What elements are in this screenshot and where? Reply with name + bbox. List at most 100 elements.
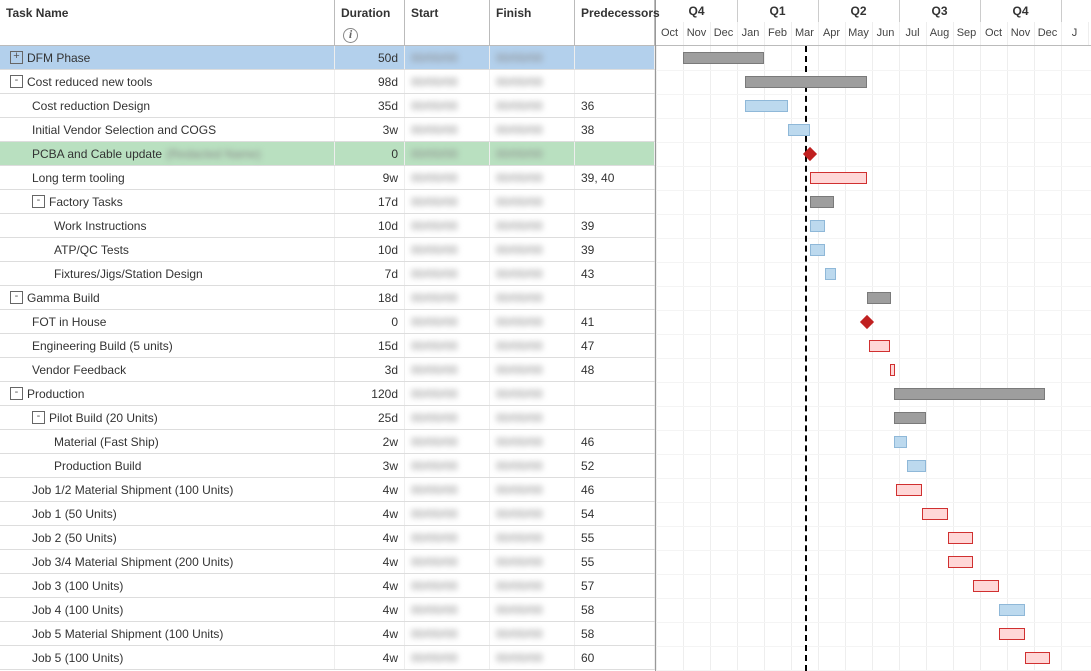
gantt-bar[interactable] [907, 460, 926, 472]
start-cell[interactable]: 00/00/00 [405, 430, 490, 453]
finish-cell[interactable]: 00/00/00 [490, 550, 575, 573]
task-name-cell[interactable]: -Production [0, 382, 335, 405]
gantt-bar[interactable] [810, 172, 867, 184]
start-cell[interactable]: 00/00/00 [405, 478, 490, 501]
gantt-bar[interactable] [745, 76, 867, 88]
finish-cell[interactable]: 00/00/00 [490, 214, 575, 237]
task-name-cell[interactable]: -Gamma Build [0, 286, 335, 309]
duration-cell[interactable]: 9w [335, 166, 405, 189]
finish-cell[interactable]: 00/00/00 [490, 142, 575, 165]
predecessor-cell[interactable]: 47 [575, 334, 655, 357]
task-name-cell[interactable]: Cost reduction Design [0, 94, 335, 117]
gantt-bar[interactable] [890, 364, 895, 376]
gantt-bar[interactable] [869, 340, 889, 352]
gantt-timescale[interactable]: Q4Q1Q2Q3Q4OctNovDecJanFebMarAprMayJunJul… [656, 0, 1091, 46]
gantt-bar[interactable] [973, 580, 999, 592]
collapse-icon[interactable]: - [32, 195, 45, 208]
finish-cell[interactable]: 00/00/00 [490, 286, 575, 309]
predecessor-cell[interactable]: 46 [575, 478, 655, 501]
table-row[interactable]: Cost reduction Design35d00/00/0000/00/00… [0, 94, 655, 118]
predecessor-cell[interactable]: 55 [575, 550, 655, 573]
gantt-bar[interactable] [788, 124, 810, 136]
table-row[interactable]: -Cost reduced new tools98d00/00/0000/00/… [0, 70, 655, 94]
table-row[interactable]: Engineering Build (5 units)15d00/00/0000… [0, 334, 655, 358]
duration-cell[interactable]: 4w [335, 550, 405, 573]
table-row[interactable]: Job 1/2 Material Shipment (100 Units)4w0… [0, 478, 655, 502]
finish-cell[interactable]: 00/00/00 [490, 478, 575, 501]
start-cell[interactable]: 00/00/00 [405, 70, 490, 93]
task-name-cell[interactable]: -Pilot Build (20 Units) [0, 406, 335, 429]
col-start[interactable]: Start [405, 0, 490, 45]
table-row[interactable]: +DFM Phase50d00/00/0000/00/00 [0, 46, 655, 70]
start-cell[interactable]: 00/00/00 [405, 46, 490, 69]
gantt-bar[interactable] [894, 436, 908, 448]
predecessor-cell[interactable]: 54 [575, 502, 655, 525]
predecessor-cell[interactable]: 39 [575, 238, 655, 261]
expand-icon[interactable]: + [10, 51, 23, 64]
predecessor-cell[interactable]: 36 [575, 94, 655, 117]
finish-cell[interactable]: 00/00/00 [490, 166, 575, 189]
start-cell[interactable]: 00/00/00 [405, 406, 490, 429]
finish-cell[interactable]: 00/00/00 [490, 382, 575, 405]
start-cell[interactable]: 00/00/00 [405, 526, 490, 549]
task-name-cell[interactable]: ATP/QC Tests [0, 238, 335, 261]
gantt-bar[interactable] [867, 292, 891, 304]
collapse-icon[interactable]: - [10, 387, 23, 400]
duration-cell[interactable]: 3d [335, 358, 405, 381]
gantt-bar[interactable] [894, 388, 1045, 400]
duration-cell[interactable]: 4w [335, 622, 405, 645]
finish-cell[interactable]: 00/00/00 [490, 526, 575, 549]
predecessor-cell[interactable]: 57 [575, 574, 655, 597]
duration-cell[interactable]: 50d [335, 46, 405, 69]
start-cell[interactable]: 00/00/00 [405, 454, 490, 477]
duration-cell[interactable]: 4w [335, 502, 405, 525]
col-predecessors[interactable]: Predecessors [575, 0, 655, 45]
gantt-bar[interactable] [810, 244, 825, 256]
predecessor-cell[interactable] [575, 382, 655, 405]
task-name-cell[interactable]: Material (Fast Ship) [0, 430, 335, 453]
predecessor-cell[interactable]: 43 [575, 262, 655, 285]
col-duration[interactable]: Duration i [335, 0, 405, 45]
table-row[interactable]: Production Build3w00/00/0000/00/0052 [0, 454, 655, 478]
duration-cell[interactable]: 10d [335, 214, 405, 237]
start-cell[interactable]: 00/00/00 [405, 118, 490, 141]
gantt-bar[interactable] [999, 628, 1025, 640]
start-cell[interactable]: 00/00/00 [405, 190, 490, 213]
start-cell[interactable]: 00/00/00 [405, 166, 490, 189]
duration-cell[interactable]: 4w [335, 598, 405, 621]
collapse-icon[interactable]: - [10, 75, 23, 88]
table-row[interactable]: -Production120d00/00/0000/00/00 [0, 382, 655, 406]
finish-cell[interactable]: 00/00/00 [490, 358, 575, 381]
gantt-bar[interactable] [810, 196, 834, 208]
finish-cell[interactable]: 00/00/00 [490, 430, 575, 453]
duration-cell[interactable]: 3w [335, 118, 405, 141]
finish-cell[interactable]: 00/00/00 [490, 238, 575, 261]
gantt-bar[interactable] [683, 52, 764, 64]
predecessor-cell[interactable]: 41 [575, 310, 655, 333]
table-row[interactable]: Job 1 (50 Units)4w00/00/0000/00/0054 [0, 502, 655, 526]
finish-cell[interactable]: 00/00/00 [490, 598, 575, 621]
table-row[interactable]: -Pilot Build (20 Units)25d00/00/0000/00/… [0, 406, 655, 430]
table-row[interactable]: Job 5 (100 Units)4w00/00/0000/00/0060 [0, 646, 655, 670]
collapse-icon[interactable]: - [10, 291, 23, 304]
task-name-cell[interactable]: -Factory Tasks [0, 190, 335, 213]
start-cell[interactable]: 00/00/00 [405, 238, 490, 261]
gantt-bar[interactable] [948, 532, 974, 544]
start-cell[interactable]: 00/00/00 [405, 94, 490, 117]
task-name-cell[interactable]: Job 5 (100 Units) [0, 646, 335, 669]
duration-cell[interactable]: 15d [335, 334, 405, 357]
task-name-cell[interactable]: Production Build [0, 454, 335, 477]
predecessor-cell[interactable]: 55 [575, 526, 655, 549]
duration-cell[interactable]: 3w [335, 454, 405, 477]
collapse-icon[interactable]: - [32, 411, 45, 424]
table-row[interactable]: Job 3/4 Material Shipment (200 Units)4w0… [0, 550, 655, 574]
gantt-bar[interactable] [745, 100, 788, 112]
duration-cell[interactable]: 4w [335, 574, 405, 597]
duration-cell[interactable]: 4w [335, 526, 405, 549]
gantt-bar[interactable] [894, 412, 926, 424]
start-cell[interactable]: 00/00/00 [405, 646, 490, 669]
start-cell[interactable]: 00/00/00 [405, 550, 490, 573]
gantt-bar[interactable] [825, 268, 836, 280]
task-name-cell[interactable]: Job 5 Material Shipment (100 Units) [0, 622, 335, 645]
finish-cell[interactable]: 00/00/00 [490, 574, 575, 597]
